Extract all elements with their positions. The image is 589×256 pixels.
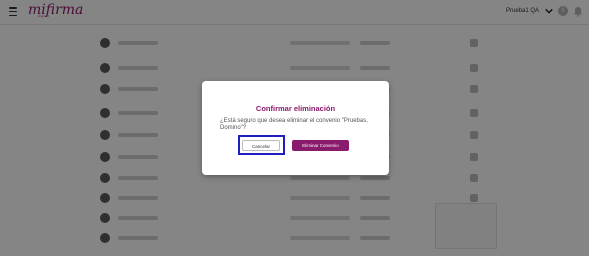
- dialog-title: Confirmar eliminación: [255, 104, 336, 113]
- confirm-delete-dialog: Confirmar eliminación ¿Está seguro que d…: [202, 81, 389, 175]
- dialog-message: ¿Está seguro que desea eliminar el conve…: [220, 118, 368, 131]
- cancel-button[interactable]: Cancelar: [242, 140, 280, 151]
- delete-agreement-button[interactable]: Eliminar Convenio: [292, 140, 349, 151]
